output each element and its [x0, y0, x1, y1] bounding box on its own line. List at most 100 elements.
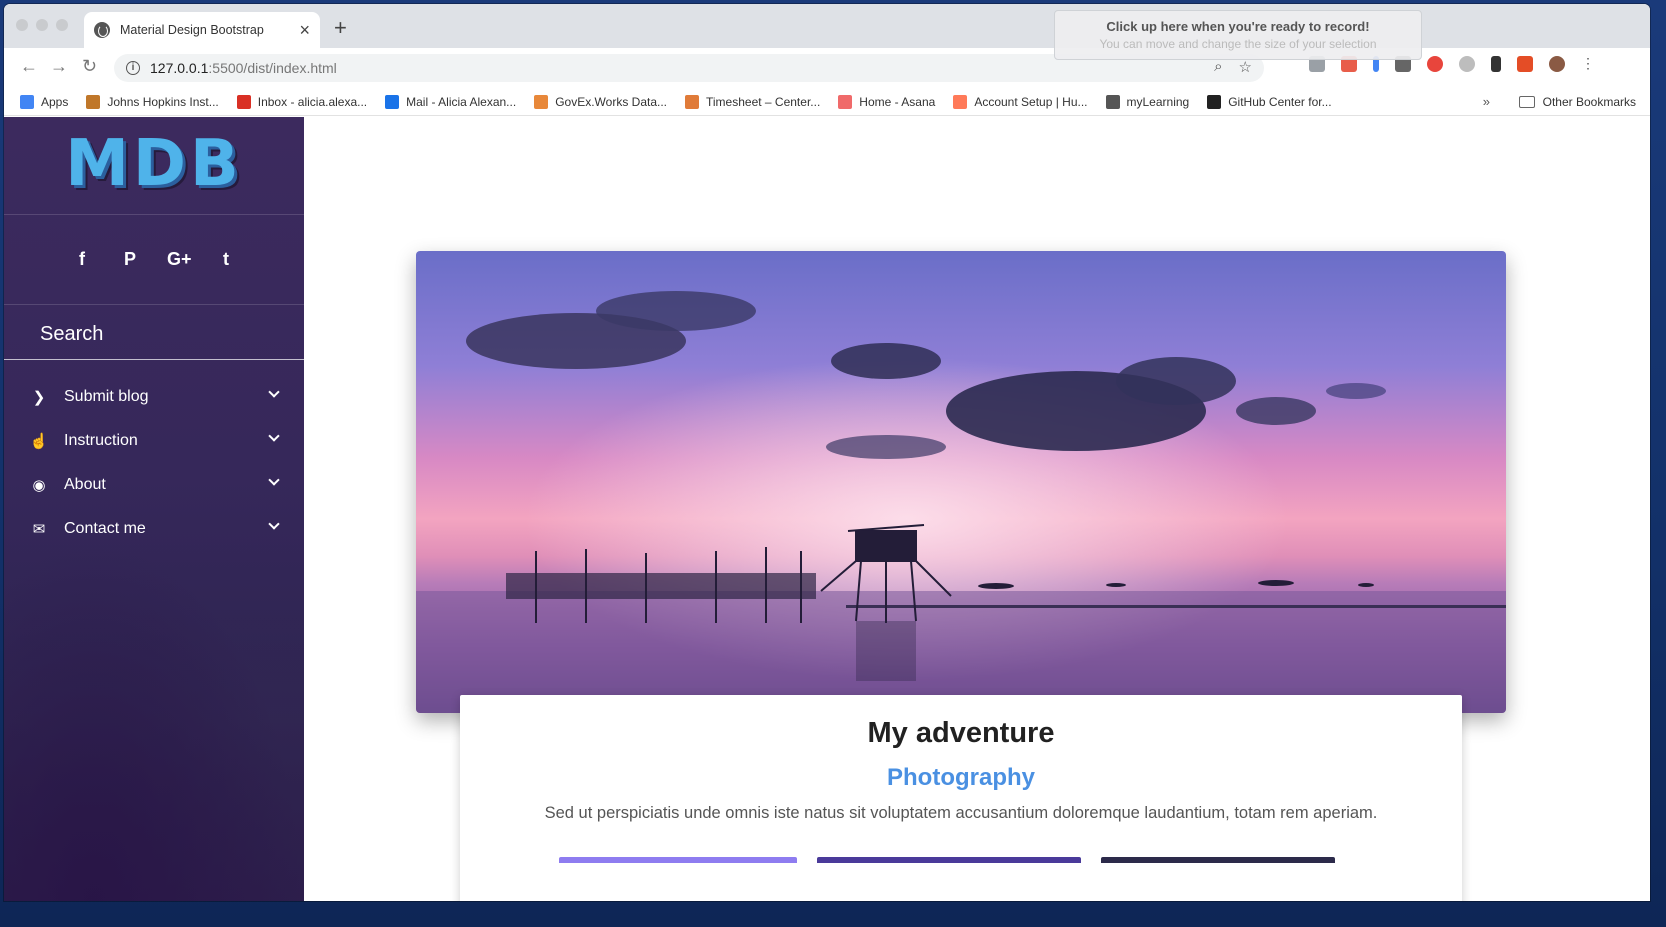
facebook-icon[interactable]: f [71, 249, 93, 270]
spiral-extension-icon[interactable] [1427, 56, 1443, 72]
sidebar-item-submit-blog[interactable]: ❯ Submit blog [4, 375, 304, 419]
bookmark-label: Account Setup | Hu... [974, 94, 1088, 109]
sidebar-search [4, 305, 304, 360]
bookmark-label: Timesheet – Center... [706, 94, 821, 109]
recorder-hint: You can move and change the size of your… [1099, 37, 1377, 51]
bookmark-favicon-icon [236, 94, 251, 109]
url-host: 127.0.0.1 [150, 60, 209, 76]
bookmark-item[interactable]: Mail - Alicia Alexan... [385, 94, 517, 109]
sidebar-item-label: Instruction [64, 432, 138, 449]
forward-arrow-icon[interactable]: → [50, 56, 68, 77]
bookmark-item[interactable]: GovEx.Works Data... [534, 94, 667, 109]
card-button-3[interactable] [1101, 857, 1335, 863]
logo-area: MDB [4, 117, 304, 215]
bookmark-item[interactable]: Home - Asana [838, 94, 936, 109]
window-controls [16, 19, 68, 31]
bookmark-label: myLearning [1126, 94, 1190, 109]
bookmark-item[interactable]: Timesheet – Center... [685, 94, 821, 109]
info-icon[interactable]: i [126, 61, 140, 75]
globe-icon [94, 22, 110, 38]
bookmark-favicon-icon [385, 94, 400, 109]
chevron-right-icon: ❯ [32, 389, 46, 406]
adventure-card: My adventure Photography Sed ut perspici… [460, 695, 1462, 901]
chevron-down-icon[interactable] [268, 386, 280, 398]
other-bookmarks-label: Other Bookmarks [1542, 94, 1636, 109]
bookmark-item[interactable]: Account Setup | Hu... [953, 94, 1088, 109]
bookmark-item[interactable]: Johns Hopkins Inst... [86, 94, 219, 109]
sidebar-item-contact-me[interactable]: ✉ Contact me [4, 507, 304, 551]
back-arrow-icon[interactable]: ← [20, 56, 38, 77]
bookmark-item[interactable]: Apps [20, 94, 69, 109]
sidebar-item-label: Submit blog [64, 388, 149, 405]
card-title: My adventure [867, 717, 1055, 749]
other-bookmarks-folder[interactable]: Other Bookmarks [1518, 94, 1636, 109]
bookmark-label: Inbox - alicia.alexa... [257, 94, 368, 109]
close-window-button[interactable] [16, 19, 28, 31]
page-viewport: MDB f P G+ t ❯ Submit blog ☝ Instruction ◉ Ab… [4, 117, 1650, 901]
bookmark-favicon-icon [953, 94, 968, 109]
social-links: f P G+ t [4, 215, 304, 305]
bookmark-favicon-icon [534, 94, 549, 109]
bookmark-item[interactable]: GitHub Center for... [1207, 94, 1332, 109]
bookmark-label: Home - Asana [859, 94, 936, 109]
maximize-window-button[interactable] [56, 19, 68, 31]
browser-window: Material Design Bootstrap × + Click up h… [4, 4, 1650, 901]
bookmark-label: Mail - Alicia Alexan... [406, 94, 517, 109]
bookmark-label: GovEx.Works Data... [555, 94, 667, 109]
reload-icon[interactable]: ↻ [82, 56, 97, 77]
sunset-seascape-image [416, 251, 1506, 713]
bookmark-favicon-icon [1207, 94, 1222, 109]
zoom-icon[interactable]: ⌕ [1214, 58, 1222, 76]
sidebar-item-about[interactable]: ◉ About [4, 463, 304, 507]
search-input[interactable] [40, 319, 280, 349]
card-buttons [460, 857, 1462, 863]
bookmark-favicon-icon [1105, 94, 1120, 109]
card-button-1[interactable] [559, 857, 797, 863]
folder-icon [1518, 95, 1535, 108]
sidebar-item-label: About [64, 476, 106, 493]
google-extension-icon[interactable] [1459, 56, 1475, 72]
chevron-down-icon[interactable] [268, 430, 280, 442]
google-plus-icon[interactable]: G+ [167, 249, 192, 270]
bookmark-item[interactable]: Inbox - alicia.alexa... [236, 94, 368, 109]
bookmark-favicon-icon [86, 94, 101, 109]
sidebar-item-instruction[interactable]: ☝ Instruction [4, 419, 304, 463]
hero-image [416, 251, 1506, 713]
more-menu-icon[interactable]: ⋮ [1581, 56, 1595, 72]
card-button-2[interactable] [817, 857, 1081, 863]
sidebar-menu: ❯ Submit blog ☝ Instruction ◉ About ✉ Contact m… [4, 375, 304, 551]
device-extension-icon[interactable] [1491, 56, 1501, 72]
mdb-logo[interactable]: MDB [4, 117, 304, 200]
bookmark-label: GitHub Center for... [1228, 94, 1332, 109]
bookmarks-overflow-button[interactable]: » [1483, 94, 1490, 109]
sidebar-item-label: Contact me [64, 520, 146, 537]
envelope-icon: ✉ [32, 521, 46, 538]
tab-material-design-bootstrap[interactable]: Material Design Bootstrap × [84, 12, 320, 48]
bookmark-label: Apps [41, 94, 69, 109]
twitter-icon[interactable]: t [215, 249, 237, 270]
url-path: :5500/dist/index.html [208, 60, 337, 76]
close-tab-icon[interactable]: × [299, 21, 310, 39]
bookmark-label: Johns Hopkins Inst... [107, 94, 219, 109]
html5-extension-icon[interactable] [1517, 56, 1533, 72]
new-tab-button[interactable]: + [334, 17, 347, 39]
bookmark-favicon-icon [838, 94, 853, 109]
hand-pointer-icon: ☝ [29, 433, 49, 450]
minimize-window-button[interactable] [36, 19, 48, 31]
recorder-overlay[interactable]: Click up here when you're ready to recor… [1054, 10, 1422, 60]
chevron-down-icon[interactable] [268, 518, 280, 530]
chevron-down-icon[interactable] [268, 474, 280, 486]
recorder-instruction: Click up here when you're ready to recor… [1106, 19, 1370, 34]
card-subtitle: Photography [887, 764, 1035, 791]
tab-title: Material Design Bootstrap [120, 23, 264, 37]
bookmark-star-icon[interactable]: ☆ [1239, 58, 1252, 76]
card-description: Sed ut perspiciatis unde omnis iste natu… [544, 804, 1378, 822]
eye-icon: ◉ [32, 477, 46, 494]
bookmarks-bar: Apps Johns Hopkins Inst... Inbox - alicia.… [4, 88, 1650, 116]
sidebar: MDB f P G+ t ❯ Submit blog ☝ Instruction ◉ Ab… [4, 117, 304, 901]
bookmark-item[interactable]: myLearning [1105, 94, 1190, 109]
pinterest-icon[interactable]: P [119, 249, 141, 270]
bookmark-favicon-icon [685, 94, 699, 109]
profile-avatar[interactable] [1549, 56, 1565, 72]
bookmark-favicon-icon [20, 94, 34, 109]
